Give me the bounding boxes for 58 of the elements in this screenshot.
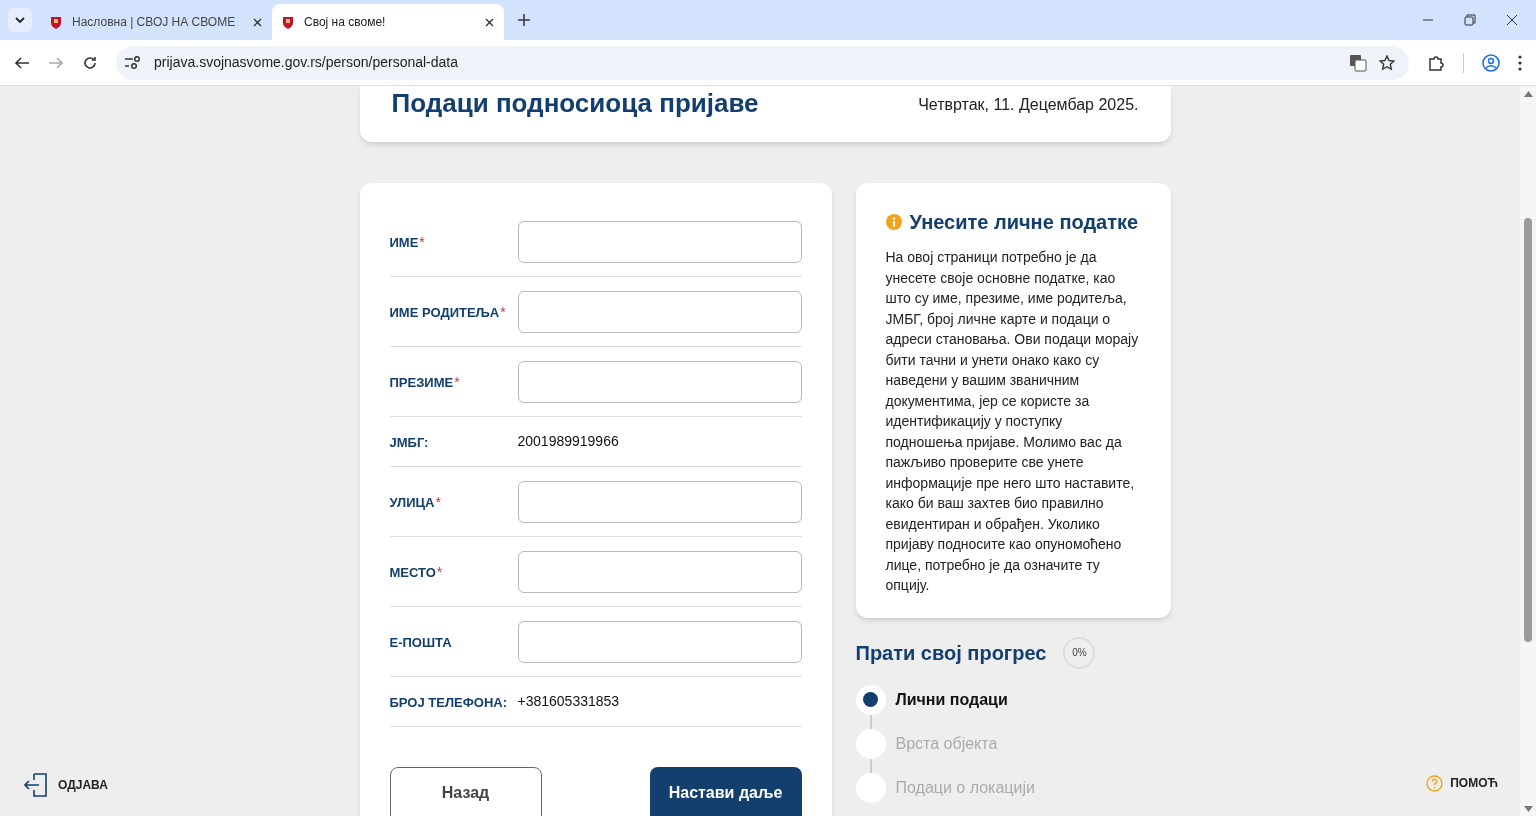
field-value: +381605331853 bbox=[517, 692, 620, 711]
restore-icon[interactable] bbox=[1464, 14, 1476, 26]
date-text: Четвртак, 11. Децембар 2025. bbox=[918, 95, 1139, 115]
browser-tab[interactable]: Свој на своме! bbox=[272, 4, 504, 40]
field-label: ЈМБГ: bbox=[389, 433, 430, 452]
scroll-thumb[interactable] bbox=[1524, 218, 1532, 642]
tab-list-button[interactable] bbox=[8, 8, 32, 32]
logout-link[interactable]: ОДЈАВА bbox=[58, 776, 108, 794]
crest-icon bbox=[50, 15, 62, 29]
menu-icon[interactable] bbox=[1518, 54, 1522, 71]
new-tab-icon[interactable] bbox=[518, 14, 530, 26]
info-icon bbox=[885, 214, 902, 230]
scrollbar[interactable] bbox=[1520, 86, 1536, 816]
logout-icon[interactable] bbox=[24, 772, 50, 798]
step-label: Подаци о локацији bbox=[895, 777, 1035, 798]
step-label: Врста објекта bbox=[895, 733, 998, 754]
close-tab-icon[interactable] bbox=[253, 17, 262, 27]
field-label: МЕСТО* bbox=[389, 562, 444, 582]
input-field[interactable] bbox=[517, 360, 802, 403]
url-text: prijava.svojnasvome.gov.rs/person/personal-data bbox=[154, 53, 458, 72]
progress-percent: 0% bbox=[1071, 646, 1088, 660]
input-field[interactable] bbox=[517, 550, 802, 593]
star-icon[interactable] bbox=[1379, 54, 1395, 71]
back-icon[interactable] bbox=[14, 54, 30, 71]
close-icon[interactable] bbox=[1506, 14, 1518, 26]
tab-title: Насловна | СВОЈ НА СВОМЕ bbox=[72, 14, 236, 31]
help-link[interactable]: ПОМОЋ bbox=[1450, 774, 1498, 792]
profile-icon[interactable] bbox=[1482, 53, 1500, 72]
input-field[interactable] bbox=[517, 220, 802, 263]
field-value: 2001989919966 bbox=[517, 432, 619, 451]
reload-icon[interactable] bbox=[82, 54, 98, 71]
step-label: Лични подаци bbox=[895, 689, 1008, 710]
back-button[interactable]: Назад bbox=[389, 767, 542, 816]
address-bar[interactable]: prijava.svojnasvome.gov.rs/person/personal-data bbox=[116, 45, 1409, 80]
field-label: ПРЕЗИМЕ* bbox=[389, 372, 461, 392]
input-field[interactable] bbox=[517, 480, 802, 523]
info-text: На овој страници потребно је да унесете своје основне податке, као што су име, презиме, име родитеља, ЈМБГ, број личне карте и подаци о адреси становања. Ови подаци морају бити тачни и унети онако како су наведени у вашим званичним документима, јер се користе за идентификацију у поступку подношења пријаве. Молимо вас да пажљиво проверите све унете информације пре него што наставите, како би ваш захтев био правилно евидентиран и обрађен. Уколико пријаву подносите као опуномоћено лице, потребно је да означите ту опцију. bbox=[885, 248, 1140, 595]
field-label: БРОЈ ТЕЛЕФОНА: bbox=[389, 693, 508, 712]
extensions-icon[interactable] bbox=[1427, 53, 1445, 72]
field-label: УЛИЦА* bbox=[389, 492, 442, 512]
info-title: Унесите личне податке bbox=[909, 210, 1139, 235]
tab-title: Свој на своме! bbox=[304, 14, 386, 31]
crest-icon bbox=[282, 15, 294, 29]
site-settings-icon[interactable] bbox=[124, 55, 142, 70]
field-label: ИМЕ РОДИТЕЉА* bbox=[389, 302, 507, 322]
scroll-down-icon[interactable] bbox=[1523, 806, 1533, 812]
progress-title: Прати свој прогрес bbox=[855, 640, 1047, 666]
browser-tab[interactable]: Насловна | СВОЈ НА СВОМЕ bbox=[40, 4, 272, 40]
chevron-down-icon bbox=[15, 17, 25, 23]
field-label: ИМЕ* bbox=[389, 232, 426, 252]
scroll-up-icon[interactable] bbox=[1523, 91, 1533, 97]
continue-button[interactable]: Настави даље bbox=[649, 767, 802, 816]
field-label: Е-ПОШТА bbox=[389, 633, 453, 652]
page-title: Подаци подносиоца пријаве bbox=[391, 87, 759, 119]
input-field[interactable] bbox=[517, 620, 802, 663]
input-field[interactable] bbox=[517, 290, 802, 333]
translate-icon[interactable] bbox=[1349, 53, 1367, 72]
close-tab-icon[interactable] bbox=[485, 17, 494, 27]
